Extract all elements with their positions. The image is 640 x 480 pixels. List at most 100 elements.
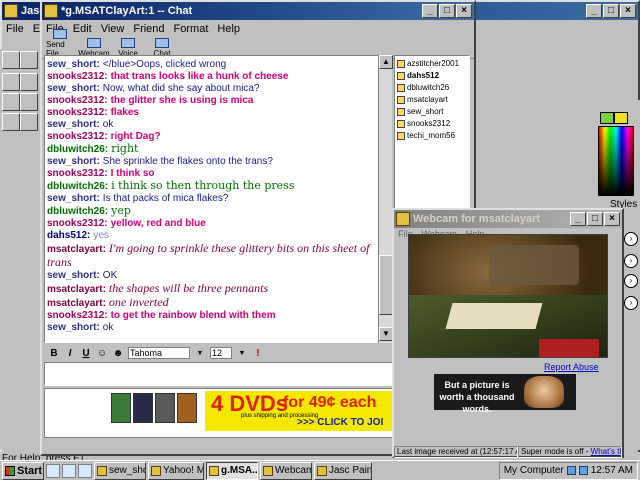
user-list-item[interactable]: dahs512 <box>397 70 467 82</box>
taskbar-button[interactable]: sew_short'... <box>94 461 146 480</box>
taskbar-button[interactable]: g.MSA... <box>206 461 258 480</box>
taskbar-button[interactable]: Yahoo! Me... <box>148 461 204 480</box>
tool-icon[interactable] <box>20 93 38 111</box>
tool-icon[interactable] <box>20 73 38 91</box>
report-abuse-link[interactable]: Report Abuse <box>544 362 599 372</box>
chat-titlebar[interactable]: *g.MSATClayArt:1 -- Chat _ □ × <box>42 2 474 20</box>
message-nick[interactable]: snooks2312: <box>47 107 108 118</box>
message-nick[interactable]: snooks2312: <box>47 71 108 82</box>
message-nick[interactable]: dahs512: <box>47 230 90 241</box>
user-list-item[interactable]: dbluwitch26 <box>397 82 467 94</box>
message-text: the shapes will be three pennants <box>108 281 269 295</box>
message-nick[interactable]: msatclayart: <box>47 244 106 255</box>
message-nick[interactable]: msatclayart: <box>47 284 106 295</box>
close-button[interactable]: × <box>620 4 636 18</box>
user-list-item[interactable]: azstitcher2001 <box>397 58 467 70</box>
chat-menu-view[interactable]: View <box>101 23 125 35</box>
message-nick[interactable]: sew_short: <box>47 83 100 94</box>
smiley-icon[interactable]: ☺ <box>96 348 108 359</box>
chat-message: sew_short: Now, what did she say about mi… <box>47 83 377 95</box>
message-nick[interactable]: msatclayart: <box>47 298 106 309</box>
quick-launch-icon[interactable] <box>46 463 60 478</box>
message-nick[interactable]: sew_short: <box>47 119 100 130</box>
foreground-color-swatch[interactable] <box>600 112 614 124</box>
user-list-item[interactable]: techi_mom56 <box>397 130 467 142</box>
maximize-button[interactable]: □ <box>603 4 619 18</box>
message-nick[interactable]: snooks2312: <box>47 218 108 229</box>
message-nick[interactable]: snooks2312: <box>47 131 108 142</box>
tool-icon[interactable] <box>2 73 20 91</box>
message-nick[interactable]: dbluwitch26: <box>47 144 108 155</box>
tool-icon[interactable] <box>2 113 20 131</box>
bold-button[interactable]: B <box>48 348 60 359</box>
message-nick[interactable]: dbluwitch26: <box>47 181 108 192</box>
minimize-button[interactable]: _ <box>586 4 602 18</box>
volume-icon[interactable] <box>578 466 588 475</box>
webcam-ad-banner[interactable]: But a picture is worth a thousand words. <box>434 374 576 414</box>
user-list-item[interactable]: sew_short <box>397 106 467 118</box>
ad-offer: 4 DVDs for 49¢ each plus shipping and pr… <box>205 391 395 431</box>
send-file-button[interactable]: Send File <box>46 29 74 58</box>
psp-menu-file[interactable]: File <box>6 23 24 35</box>
message-nick[interactable]: sew_short: <box>47 270 100 281</box>
user-list-item[interactable]: snooks2312 <box>397 118 467 130</box>
font-select[interactable]: Tahoma <box>128 347 190 359</box>
network-icon[interactable] <box>566 466 576 475</box>
message-nick[interactable]: sew_short: <box>47 322 100 333</box>
color-palette[interactable] <box>598 126 634 196</box>
message-nick[interactable]: snooks2312: <box>47 168 108 179</box>
webcam-titlebar[interactable]: Webcam for msatclayart _ □ × <box>394 210 622 228</box>
start-button[interactable]: Start <box>2 461 44 480</box>
message-text: yes <box>93 230 109 241</box>
nav-arrow-icon[interactable]: › <box>624 232 638 246</box>
scroll-up-icon[interactable]: ▲ <box>379 55 393 69</box>
tool-icon[interactable] <box>2 93 20 111</box>
alert-icon[interactable]: ! <box>252 348 264 359</box>
maximize-button[interactable]: □ <box>439 4 455 18</box>
message-nick[interactable]: snooks2312: <box>47 310 108 321</box>
nav-arrow-icon[interactable]: › <box>624 296 638 310</box>
message-nick[interactable]: sew_short: <box>47 156 100 167</box>
tray-label[interactable]: My Computer <box>504 465 564 476</box>
system-tray: My Computer 12:57 AM <box>498 461 638 480</box>
italic-button[interactable]: I <box>64 348 76 359</box>
chat-scrollbar[interactable]: ▲ ▼ <box>378 55 393 343</box>
minimize-button[interactable]: _ <box>422 4 438 18</box>
chevron-down-icon[interactable]: ▼ <box>194 350 206 357</box>
message-nick[interactable]: sew_short: <box>47 193 100 204</box>
chat-menu-edit[interactable]: Edit <box>73 23 92 35</box>
message-text: one inverted <box>108 295 169 309</box>
underline-button[interactable]: U <box>80 348 92 359</box>
chevron-down-icon[interactable]: ▼ <box>236 350 248 357</box>
taskbar-button[interactable]: Jasc Paint ... <box>314 461 372 480</box>
close-button[interactable]: × <box>604 212 620 226</box>
whats-this-link[interactable]: What's this? <box>591 447 621 456</box>
task-label: sew_short'... <box>109 465 145 476</box>
close-button[interactable]: × <box>456 4 472 18</box>
open-folder-icon[interactable] <box>20 51 38 69</box>
background-color-swatch[interactable] <box>614 112 628 124</box>
tool-icon[interactable] <box>20 113 38 131</box>
chat-log[interactable]: sew_short: </blue>Oops, clicked wrong snoo… <box>44 55 386 343</box>
emoticon-icon[interactable]: ☻ <box>112 348 124 359</box>
chat-menu-help[interactable]: Help <box>217 23 240 35</box>
taskbar-button[interactable]: Webcam f... <box>260 461 312 480</box>
scroll-thumb[interactable] <box>379 255 393 315</box>
quick-launch-icon[interactable] <box>78 463 92 478</box>
message-nick[interactable]: sew_short: <box>47 59 100 70</box>
ad-click-link[interactable]: >>> CLICK TO JOI <box>297 417 383 428</box>
scroll-down-icon[interactable]: ▼ <box>379 327 393 341</box>
message-nick[interactable]: dbluwitch26: <box>47 206 108 217</box>
message-nick[interactable]: snooks2312: <box>47 95 108 106</box>
new-file-icon[interactable] <box>2 51 20 69</box>
chat-menu-format[interactable]: Format <box>174 23 209 35</box>
nav-arrow-icon[interactable]: › <box>624 254 638 268</box>
user-list-item[interactable]: msatclayart <box>397 94 467 106</box>
maximize-button[interactable]: □ <box>587 212 603 226</box>
chat-menu-friend[interactable]: Friend <box>133 23 164 35</box>
font-size-select[interactable]: 12 <box>210 347 232 359</box>
quick-launch-icon[interactable] <box>62 463 76 478</box>
user-status-icon <box>397 96 405 104</box>
minimize-button[interactable]: _ <box>570 212 586 226</box>
nav-arrow-icon[interactable]: › <box>624 274 638 288</box>
